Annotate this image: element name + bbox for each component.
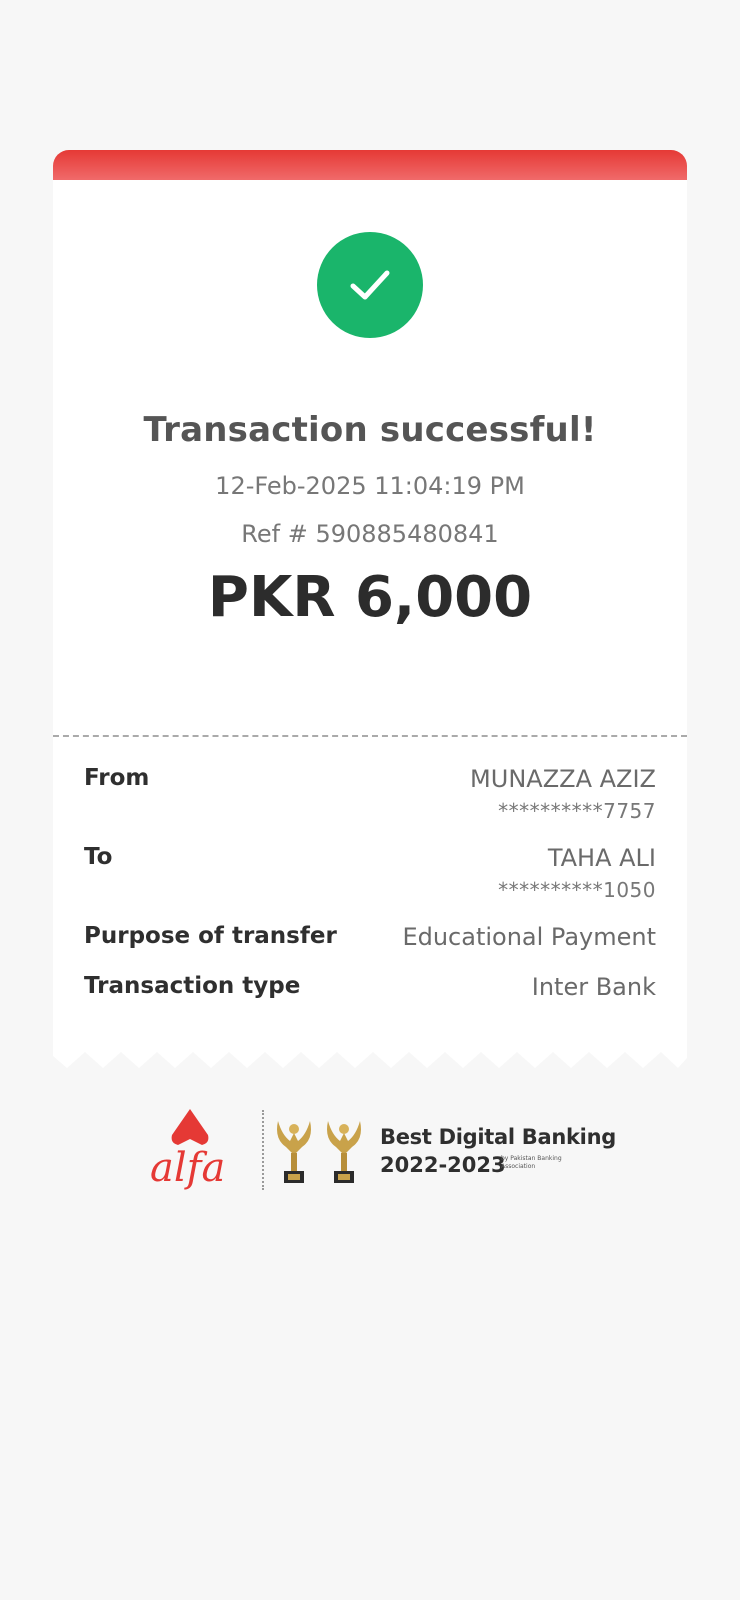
receipt-header-bar (53, 150, 687, 180)
receipt-body: Transaction successful! 12-Feb-2025 11:0… (53, 180, 687, 1050)
trophy-icon (327, 1121, 361, 1183)
svg-text:alfa: alfa (150, 1145, 225, 1190)
to-account: **********1050 (498, 878, 656, 902)
transaction-reference: Ref # 590885480841 (241, 520, 499, 548)
from-label: From (84, 765, 150, 791)
award-title: Best Digital Banking (380, 1125, 616, 1149)
to-label: To (84, 844, 113, 870)
from-account: **********7757 (498, 799, 656, 823)
type-label: Transaction type (84, 973, 301, 999)
transaction-datetime: 12-Feb-2025 11:04:19 PM (215, 472, 525, 500)
receipt-torn-edge (53, 1050, 687, 1068)
footer-branding: alfa Best Digital Banking 2022-2023 by P… (150, 1105, 616, 1195)
transaction-status-title: Transaction successful! (143, 410, 597, 450)
from-name: MUNAZZA AZIZ (470, 765, 656, 793)
purpose-label: Purpose of transfer (84, 923, 337, 949)
alfa-logo: alfa (150, 1109, 225, 1190)
type-value: Inter Bank (531, 973, 656, 1001)
transaction-receipt: Transaction successful! 12-Feb-2025 11:0… (53, 150, 687, 1068)
award-years: 2022-2023 (380, 1153, 506, 1177)
dashed-divider (53, 735, 687, 737)
to-name: TAHA ALI (547, 844, 656, 872)
success-checkmark-icon (317, 232, 423, 338)
footer-divider (262, 1110, 264, 1190)
transaction-amount: PKR 6,000 (207, 565, 533, 630)
trophy-icon (277, 1121, 311, 1183)
award-organization: by Pakistan Banking Association (501, 1155, 562, 1170)
purpose-value: Educational Payment (402, 923, 656, 951)
